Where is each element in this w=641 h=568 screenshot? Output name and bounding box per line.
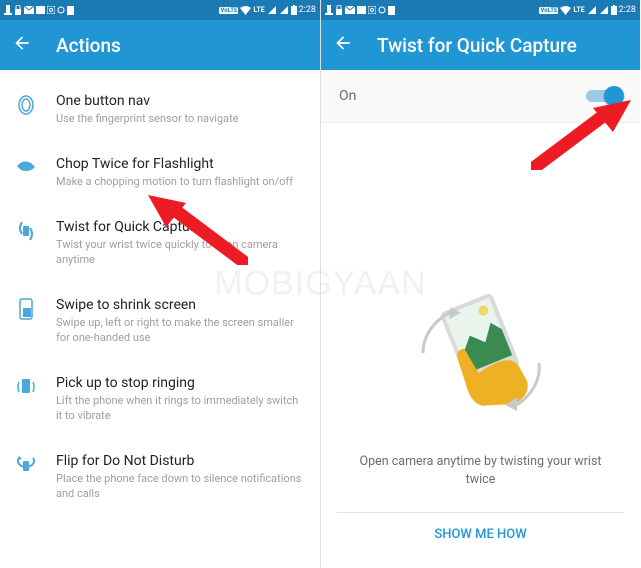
fingerprint-icon xyxy=(16,94,36,116)
signal-icon xyxy=(268,6,276,14)
picture-icon xyxy=(357,6,366,14)
twist-illustration xyxy=(411,293,551,427)
pickup-icon xyxy=(16,376,36,398)
item-desc: Make a chopping motion to turn flashligh… xyxy=(56,175,304,190)
hero-text: Open camera anytime by twisting your wri… xyxy=(341,453,620,488)
status-bar: VoLTE LTE 2:28 xyxy=(321,0,640,20)
battery-icon xyxy=(291,5,297,15)
action-chop-flashlight[interactable]: Chop Twice for Flashlight Make a choppin… xyxy=(0,141,320,204)
notif-icon xyxy=(325,5,333,15)
twist-capture-screen: VoLTE LTE 2:28 Twist for Quick Capture O… xyxy=(320,0,640,568)
enable-switch[interactable] xyxy=(586,86,622,106)
toggle-row: On xyxy=(321,70,640,123)
actions-screen: VoLTE LTE 2:28 Actions One button nav Us… xyxy=(0,0,320,568)
lock-icon xyxy=(14,5,22,15)
item-title: Swipe to shrink screen xyxy=(56,296,304,314)
actions-list: One button nav Use the fingerprint senso… xyxy=(0,70,320,524)
item-title: Flip for Do Not Disturb xyxy=(56,452,304,470)
lock-icon xyxy=(335,5,343,15)
settings-status-icon xyxy=(378,6,386,14)
item-desc: Lift the phone when it rings to immediat… xyxy=(56,394,304,424)
signal-icon xyxy=(280,6,288,14)
lte-label: LTE xyxy=(253,6,264,14)
mail-icon xyxy=(24,6,34,14)
item-desc: Swipe up, left or right to make the scre… xyxy=(56,316,304,346)
page-title: Twist for Quick Capture xyxy=(377,34,577,57)
action-flip-dnd[interactable]: Flip for Do Not Disturb Place the phone … xyxy=(0,438,320,516)
toggle-label: On xyxy=(339,88,356,104)
doc-icon xyxy=(67,6,74,15)
item-desc: Place the phone face down to silence not… xyxy=(56,472,304,502)
item-desc: Twist your wrist twice quickly to open c… xyxy=(56,238,304,268)
flip-icon xyxy=(15,454,37,474)
notif-icon xyxy=(4,5,12,15)
wifi-icon xyxy=(560,6,571,15)
volte-badge: VoLTE xyxy=(219,7,238,14)
back-button[interactable] xyxy=(333,33,353,57)
picture-icon xyxy=(36,6,45,14)
wifi-icon xyxy=(240,6,251,15)
signal-icon xyxy=(588,6,596,14)
action-swipe-shrink[interactable]: Swipe to shrink screen Swipe up, left or… xyxy=(0,282,320,360)
mail-icon xyxy=(345,6,355,14)
page-title: Actions xyxy=(56,34,121,57)
action-pickup-stop-ringing[interactable]: Pick up to stop ringing Lift the phone w… xyxy=(0,360,320,438)
clock: 2:28 xyxy=(299,5,316,15)
volte-badge: VoLTE xyxy=(539,7,558,14)
instagram-icon xyxy=(47,6,55,14)
instagram-icon xyxy=(368,6,376,14)
status-bar: VoLTE LTE 2:28 xyxy=(0,0,320,20)
action-twist-capture[interactable]: Twist for Quick Capture Twist your wrist… xyxy=(0,204,320,282)
item-desc: Use the fingerprint sensor to navigate xyxy=(56,112,304,127)
doc-icon xyxy=(388,6,395,15)
item-title: Twist for Quick Capture xyxy=(56,218,304,236)
hero-section: Open camera anytime by twisting your wri… xyxy=(321,123,640,498)
twist-icon xyxy=(16,220,36,242)
item-title: Pick up to stop ringing xyxy=(56,374,304,392)
shrink-icon xyxy=(17,298,35,320)
battery-icon xyxy=(611,5,617,15)
item-title: Chop Twice for Flashlight xyxy=(56,155,304,173)
signal-icon xyxy=(600,6,608,14)
back-button[interactable] xyxy=(12,33,32,57)
lte-label: LTE xyxy=(573,6,584,14)
item-title: One button nav xyxy=(56,92,304,110)
action-one-button-nav[interactable]: One button nav Use the fingerprint senso… xyxy=(0,78,320,141)
app-bar: Twist for Quick Capture xyxy=(321,20,640,70)
clock: 2:28 xyxy=(619,5,636,15)
show-me-how-button[interactable]: SHOW ME HOW xyxy=(337,512,624,556)
settings-status-icon xyxy=(57,6,65,14)
app-bar: Actions xyxy=(0,20,320,70)
chop-icon xyxy=(15,157,37,175)
